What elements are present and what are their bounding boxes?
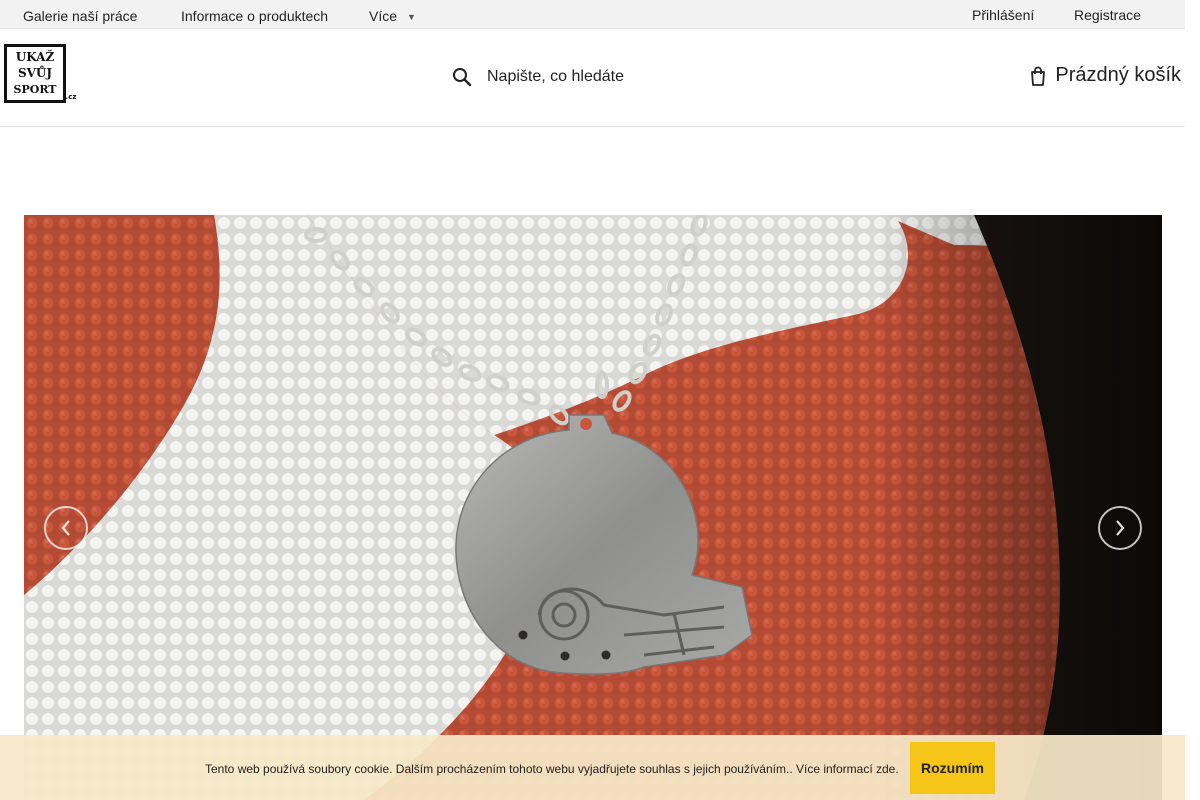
cookie-accept-button[interactable]: Rozumím (910, 742, 995, 794)
slider-prev-button[interactable] (44, 506, 88, 550)
hero-image (24, 215, 1162, 800)
nav-link-product-info[interactable]: Informace o produktech (181, 8, 328, 24)
chevron-right-icon (1116, 520, 1125, 536)
login-link[interactable]: Přihlášení (972, 7, 1034, 23)
logo-text-line-3: SPORT (14, 83, 58, 96)
search-placeholder: Napište, co hledáte (487, 68, 624, 85)
logo-text-line-2: SVŮJ (18, 65, 52, 80)
register-link[interactable]: Registrace (1074, 7, 1141, 23)
nav-link-gallery[interactable]: Galerie naší práce (23, 8, 137, 24)
chevron-down-icon: ▼ (407, 12, 416, 23)
search-icon (452, 67, 472, 87)
search-box[interactable]: Napište, co hledáte (452, 63, 624, 91)
nav-link-more[interactable]: Více ▼ (369, 8, 416, 24)
logo-text-line-1: UKAŽ (16, 49, 55, 64)
site-header: UKAŽ SVŮJ SPORT .cz Napište, co hledáte … (0, 29, 1185, 127)
site-logo[interactable]: UKAŽ SVŮJ SPORT .cz (4, 44, 78, 104)
logo-graphic: UKAŽ SVŮJ SPORT .cz (4, 44, 77, 103)
cookie-consent-bar: Tento web používá soubory cookie. Dalším… (0, 735, 1185, 800)
cart-icon (1029, 66, 1047, 86)
top-navigation-bar: Galerie naší práce Informace o produktec… (0, 0, 1185, 29)
cart-label: Prázdný košík (1055, 64, 1181, 86)
cart-button[interactable]: Prázdný košík (1029, 64, 1181, 87)
logo-text-domain: .cz (66, 93, 77, 101)
nav-link-more-label: Více (369, 8, 398, 24)
hero-slider (24, 215, 1162, 800)
cookie-message: Tento web používá soubory cookie. Dalším… (205, 762, 899, 776)
chevron-left-icon (61, 520, 70, 536)
slider-next-button[interactable] (1098, 506, 1142, 550)
